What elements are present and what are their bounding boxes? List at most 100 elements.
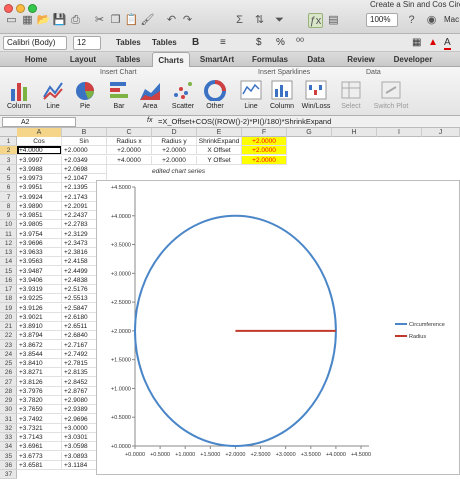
fill-color-icon[interactable]: ▲ (428, 37, 438, 48)
row-header[interactable]: 12 (0, 239, 17, 248)
row-header[interactable]: 7 (0, 193, 17, 202)
tab-tables[interactable]: Tables (110, 52, 146, 67)
cos-cell[interactable]: +3.8544 (17, 349, 62, 359)
shrinkexpand-value-cell[interactable]: +2.0000 (242, 137, 287, 146)
cos-cell[interactable]: +4.0000 (17, 146, 62, 156)
cos-cell[interactable]: +3.9319 (17, 285, 62, 294)
tables-label-2[interactable]: Tables (152, 38, 177, 47)
row-header[interactable]: 8 (0, 202, 17, 211)
column-chart-button[interactable]: Column (4, 79, 34, 115)
column-header-j[interactable]: J (422, 128, 460, 137)
column-header-e[interactable]: E (197, 128, 242, 137)
row-header[interactable]: 1 (0, 137, 17, 146)
cos-cell[interactable]: +3.9487 (17, 266, 62, 276)
cos-cell[interactable]: +3.8910 (17, 322, 62, 331)
print-icon[interactable]: ⎙ (68, 13, 83, 28)
cos-cell[interactable]: +3.9988 (17, 164, 62, 174)
row-header[interactable]: 28 (0, 387, 17, 396)
row-header[interactable]: 26 (0, 368, 17, 378)
cos-cell[interactable]: +3.9890 (17, 201, 62, 211)
paste-icon[interactable]: 📋 (124, 13, 139, 28)
sparkline-column-button[interactable]: Column (268, 79, 296, 115)
row-header[interactable]: 15 (0, 267, 17, 276)
radius-y-cell[interactable]: +2.0000 (152, 146, 197, 156)
row-header[interactable]: 21 (0, 322, 17, 331)
column-header-b[interactable]: B (62, 128, 107, 137)
cos-cell[interactable]: +3.7492 (17, 414, 62, 424)
x-offset-label-cell[interactable]: X Offset (197, 146, 242, 156)
row-header[interactable]: 34 (0, 442, 17, 452)
tables-label[interactable]: Tables (116, 38, 141, 47)
cos-cell[interactable]: +3.9754 (17, 229, 62, 239)
bar-chart-button[interactable]: Bar (106, 79, 132, 115)
save-icon[interactable]: 💾 (52, 13, 67, 28)
minimize-window-button[interactable] (16, 4, 25, 13)
column-header-c[interactable]: C (107, 128, 152, 137)
percent-icon[interactable]: % (276, 37, 285, 48)
cos-cell[interactable]: +3.9951 (17, 183, 62, 193)
cos-cell[interactable]: +3.8410 (17, 359, 62, 368)
row-header[interactable]: 18 (0, 294, 17, 304)
cos-cell[interactable]: +3.8126 (17, 377, 62, 387)
row-header[interactable]: 14 (0, 257, 17, 267)
cos-cell[interactable]: +3.8672 (17, 340, 62, 350)
cos-cell[interactable]: +3.9997 (17, 155, 62, 165)
font-name-select[interactable]: Calibri (Body) (3, 36, 67, 50)
cut-icon[interactable]: ✂ (92, 13, 107, 28)
tab-review[interactable]: Review (340, 52, 382, 67)
account-icon[interactable]: ◉ (424, 13, 439, 28)
column-header-i[interactable]: I (377, 128, 422, 137)
tab-layout[interactable]: Layout (62, 52, 104, 67)
row-header[interactable]: 36 (0, 461, 17, 470)
name-box[interactable]: A2 (2, 117, 76, 127)
cos-cell[interactable]: +3.7976 (17, 386, 62, 396)
row-header[interactable]: 9 (0, 211, 17, 220)
column-header-g[interactable]: G (287, 128, 332, 137)
currency-icon[interactable]: $ (256, 37, 262, 48)
cos-cell[interactable]: +3.8271 (17, 368, 62, 378)
cos-cell[interactable]: +3.6581 (17, 460, 62, 470)
cos-cell[interactable]: +3.9973 (17, 174, 62, 183)
row-header[interactable]: 16 (0, 276, 17, 285)
column-header-a[interactable]: A (17, 128, 62, 137)
copy-icon[interactable]: ❐ (108, 13, 123, 28)
new-document-icon[interactable]: ▭ (4, 13, 19, 28)
row-header[interactable]: 5 (0, 174, 17, 183)
row-header[interactable]: 25 (0, 359, 17, 368)
row-header[interactable]: 3 (0, 156, 17, 165)
row-header[interactable]: 30 (0, 405, 17, 415)
row-header[interactable]: 27 (0, 378, 17, 387)
row-header[interactable]: 22 (0, 331, 17, 341)
radius-x-cell[interactable]: +2.0000 (107, 146, 152, 156)
cos-cell[interactable]: +3.9406 (17, 275, 62, 285)
cos-cell[interactable]: +3.9633 (17, 248, 62, 257)
autosum-icon[interactable]: Σ (232, 13, 247, 28)
undo-icon[interactable]: ↶ (164, 13, 179, 28)
row-header[interactable]: 20 (0, 313, 17, 322)
column-header-f[interactable]: F (242, 128, 287, 137)
cos-cell[interactable]: +3.6773 (17, 451, 62, 461)
tab-data[interactable]: Data (298, 52, 334, 67)
close-window-button[interactable] (4, 4, 13, 13)
cos-cell[interactable]: +3.9696 (17, 238, 62, 248)
tab-formulas[interactable]: Formulas (246, 52, 294, 67)
borders-icon[interactable]: ▦ (412, 37, 421, 48)
line-chart-button[interactable]: Line (40, 79, 66, 115)
header-cell[interactable]: Radius x (107, 137, 152, 146)
sparkline-line-button[interactable]: Line (238, 79, 264, 115)
row-header[interactable]: 13 (0, 248, 17, 257)
column-header-d[interactable]: D (152, 128, 197, 137)
open-icon[interactable]: 📂 (36, 13, 51, 28)
sin-cell[interactable]: +2.0000 (62, 146, 107, 156)
cos-cell[interactable]: +3.7321 (17, 423, 62, 433)
row-header[interactable]: 33 (0, 433, 17, 442)
cos-cell[interactable]: +3.8794 (17, 331, 62, 341)
cos-cell[interactable]: +3.9851 (17, 211, 62, 220)
row-header[interactable]: 32 (0, 424, 17, 433)
align-icon[interactable]: ≡ (220, 37, 226, 48)
header-cell[interactable]: Cos (17, 137, 62, 146)
header-cell[interactable]: ShrinkExpand (197, 137, 242, 146)
sin-cell[interactable]: +2.0698 (62, 164, 107, 174)
font-size-select[interactable]: 12 (73, 36, 101, 50)
sin-cell[interactable]: +2.0349 (62, 155, 107, 165)
